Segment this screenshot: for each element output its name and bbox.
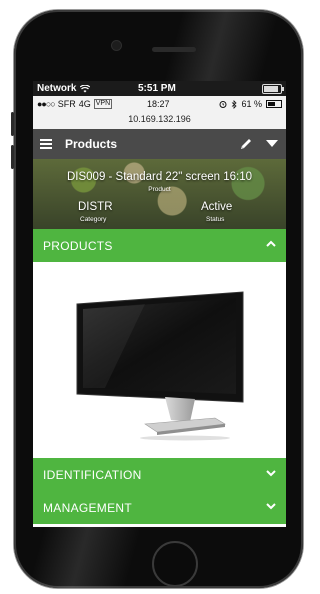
os-time: 5:51 PM <box>138 83 176 94</box>
device-time: 18:27 <box>147 99 170 109</box>
carrier-name: SFR <box>57 99 76 109</box>
volume-button <box>11 145 14 169</box>
category-label: Category <box>80 216 107 223</box>
volume-button <box>11 112 14 136</box>
alarm-icon <box>219 101 227 108</box>
section-management-header[interactable]: MANAGEMENT <box>33 491 286 524</box>
network-label: Network <box>37 83 77 94</box>
product-title: DIS009 - Standard 22" screen 16:10 <box>66 171 252 183</box>
app-header: Products <box>33 129 286 159</box>
bluetooth-icon <box>232 99 238 109</box>
speaker-grille <box>152 47 196 52</box>
chevron-down-icon[interactable] <box>266 140 278 147</box>
chevron-down-icon <box>266 503 276 510</box>
category-value: DISTR <box>78 201 113 213</box>
battery-percent: 61 % <box>241 99 262 109</box>
status-value: Active <box>201 201 233 213</box>
app-screen: Network 5:51 PM ●●○○ SFR 4G VPN 18:27 61… <box>33 81 286 527</box>
section-identification-header[interactable]: IDENTIFICATION <box>33 458 286 491</box>
wifi-icon <box>80 84 91 92</box>
home-button[interactable] <box>152 541 198 587</box>
camera-dot <box>112 41 121 50</box>
section-products-header[interactable]: PRODUCTS <box>33 229 286 262</box>
battery-icon <box>266 100 282 108</box>
section-products-label: PRODUCTS <box>43 239 113 253</box>
monitor-image <box>76 291 244 441</box>
page-title: Products <box>65 137 118 151</box>
status-label: Status <box>206 216 225 223</box>
os-status-bar: Network 5:51 PM <box>33 81 286 96</box>
url-text[interactable]: 10.169.132.196 <box>33 114 286 124</box>
section-management-label: MANAGEMENT <box>43 501 133 515</box>
network-type: 4G <box>78 99 91 109</box>
product-label: Product <box>148 186 171 193</box>
chevron-down-icon <box>266 470 276 477</box>
vpn-badge: VPN <box>93 99 113 109</box>
product-image-area <box>33 262 286 458</box>
signal-dots: ●●○○ <box>37 99 56 109</box>
pencil-icon[interactable] <box>239 137 253 151</box>
chevron-up-icon <box>266 240 276 247</box>
product-header: DIS009 - Standard 22" screen 16:10 Produ… <box>33 159 286 229</box>
hamburger-menu-icon[interactable] <box>40 139 52 149</box>
section-identification-label: IDENTIFICATION <box>43 468 142 482</box>
device-status-bar: ●●○○ SFR 4G VPN 18:27 61 % 10.169.132.19… <box>33 96 286 130</box>
battery-icon <box>262 84 284 94</box>
